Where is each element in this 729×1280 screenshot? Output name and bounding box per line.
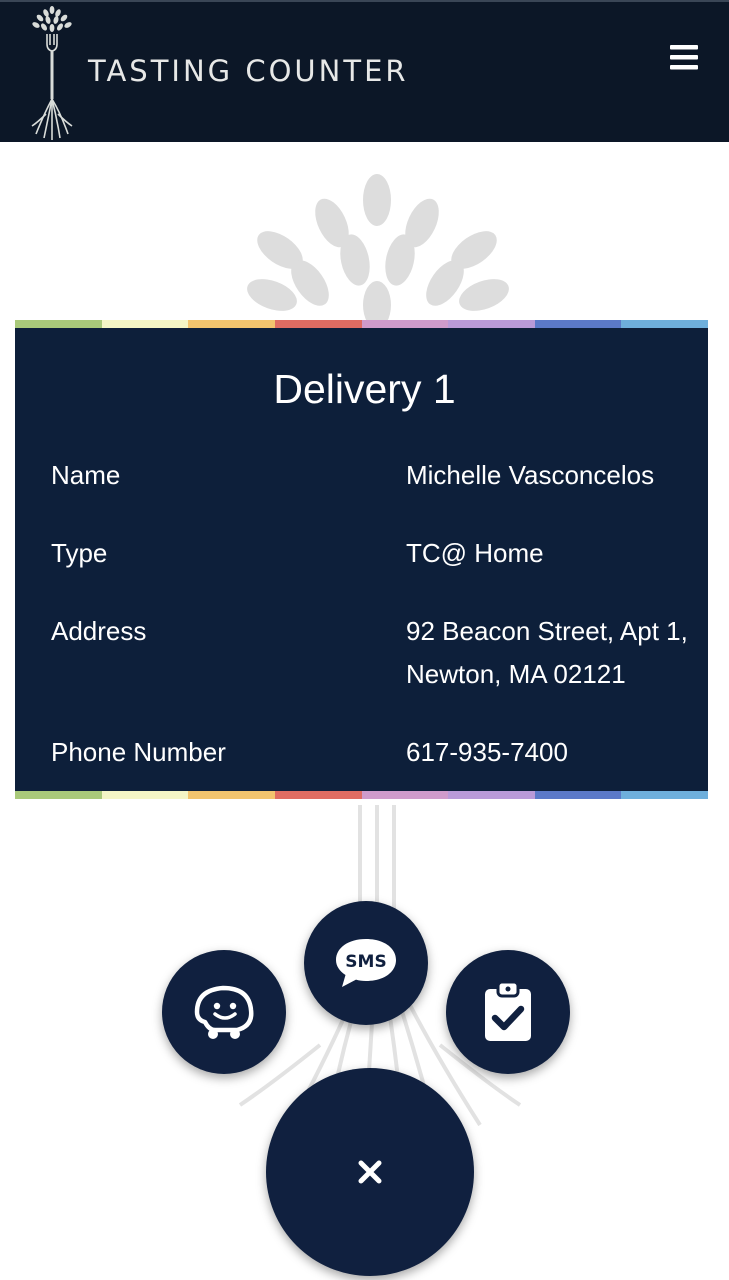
- stripe-segment: [621, 320, 708, 328]
- close-icon: [358, 1160, 382, 1184]
- phone-number-value[interactable]: 617-935-7400: [406, 731, 696, 774]
- sms-icon-label: SMS: [345, 952, 386, 972]
- phone-number-label: Phone Number: [51, 737, 226, 767]
- stripe-segment: [448, 791, 535, 799]
- brand-name: TASTING COUNTER: [88, 54, 409, 88]
- type-value: TC@ Home: [406, 538, 544, 568]
- stripe-segment: [15, 791, 102, 799]
- stripe-segment: [274, 791, 362, 799]
- name-label: Name: [51, 460, 121, 490]
- stripe-segment: [188, 320, 275, 328]
- stripe-segment: [534, 320, 622, 328]
- stripe-segment: [448, 320, 535, 328]
- clipboard-check-icon: [485, 981, 531, 1041]
- tasting-counter-logo-icon: [31, 6, 73, 140]
- sms-icon: SMS: [336, 939, 396, 987]
- stripe-segment: [101, 791, 189, 799]
- address-value: 92 Beacon Street, Apt 1, Newton, MA 0212…: [406, 616, 688, 689]
- type-label: Type: [51, 538, 108, 568]
- stripe-segment: [361, 320, 449, 328]
- close-menu-button[interactable]: [266, 1068, 474, 1276]
- complete-delivery-button[interactable]: [446, 950, 570, 1074]
- app-header: TASTING COUNTER: [0, 0, 729, 142]
- sms-button[interactable]: SMS: [304, 901, 428, 1025]
- stripe-segment: [15, 320, 102, 328]
- stripe-segment: [361, 791, 449, 799]
- name-value: Michelle Vasconcelos: [406, 460, 655, 490]
- stripe-segment: [534, 791, 622, 799]
- stripe-segment: [101, 320, 189, 328]
- address-label: Address: [51, 616, 147, 646]
- card-title: Delivery 1: [273, 366, 456, 412]
- stripe-segment: [621, 791, 708, 799]
- stripe-segment: [274, 320, 362, 328]
- stripe-segment: [188, 791, 275, 799]
- hamburger-menu-icon[interactable]: [666, 42, 702, 74]
- rainbow-stripe-bottom: [15, 791, 708, 799]
- waze-navigate-button[interactable]: [162, 950, 286, 1074]
- rainbow-stripe-top: [15, 320, 708, 328]
- waze-icon: [194, 985, 254, 1039]
